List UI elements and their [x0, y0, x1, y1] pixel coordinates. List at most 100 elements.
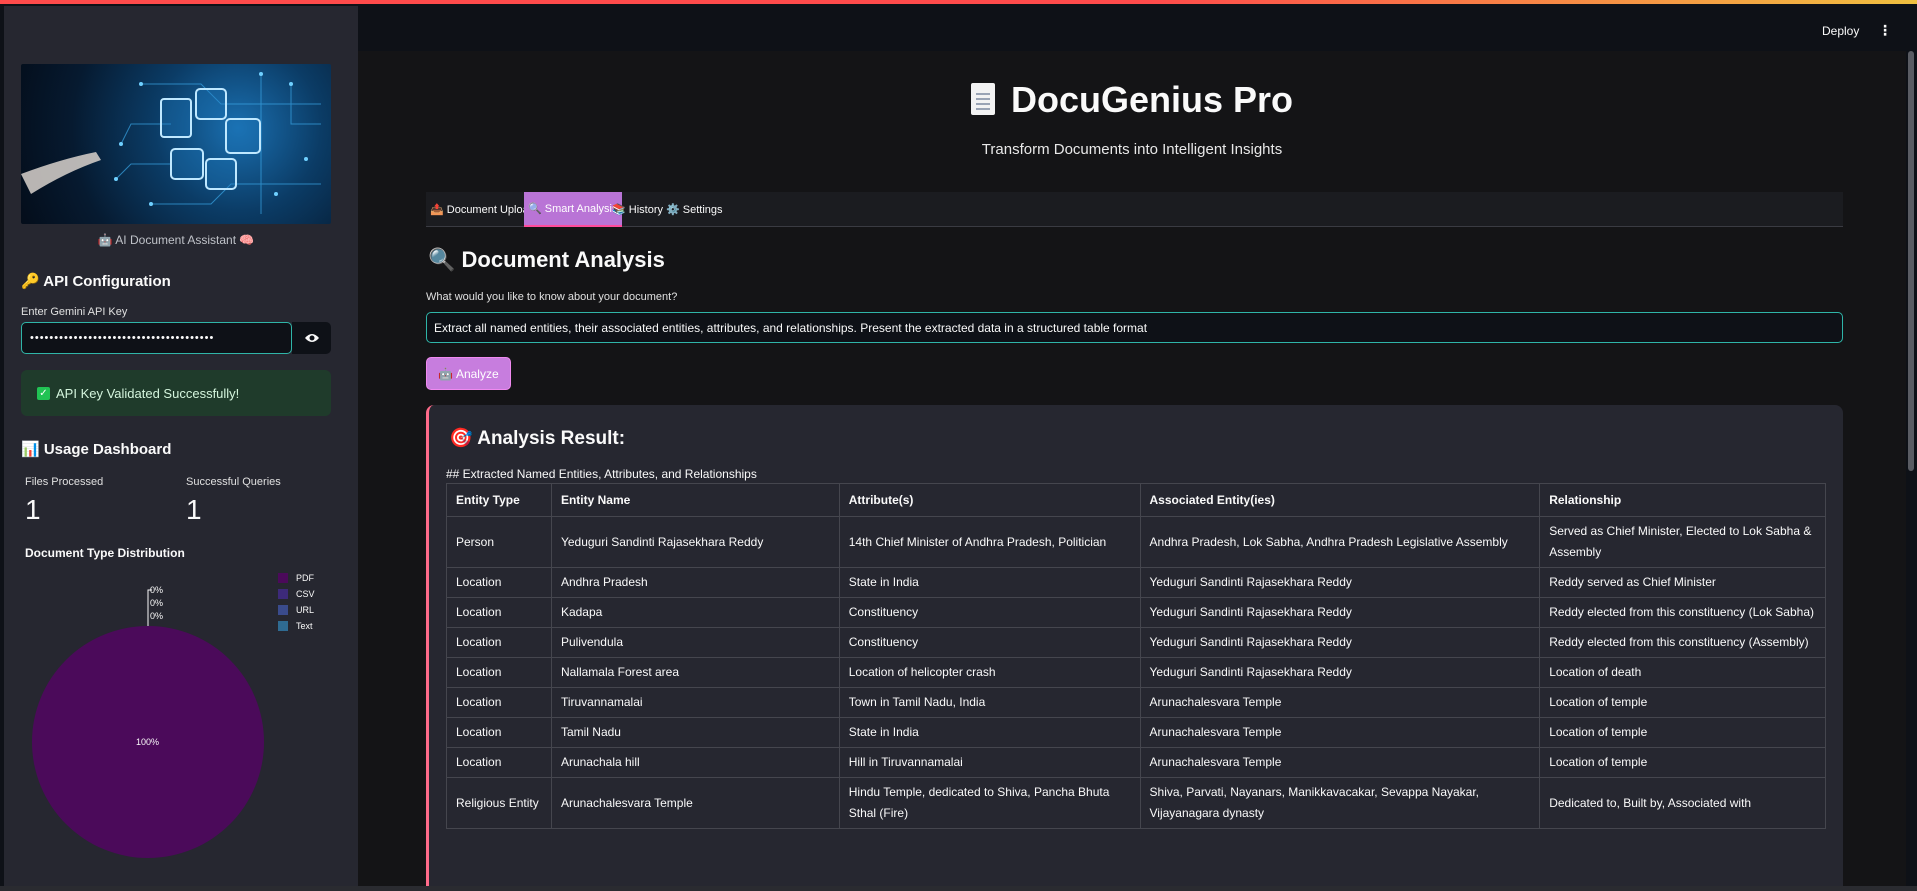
- table-cell: Hill in Tiruvannamalai: [838, 747, 1141, 778]
- table-cell: Pulivendula: [550, 627, 840, 658]
- table-cell: 14th Chief Minister of Andhra Pradesh, P…: [838, 516, 1141, 568]
- table-cell: Reddy elected from this constituency (As…: [1539, 627, 1826, 658]
- table-row: Person Yeduguri Sandinti Rajasekhara Redd…: [446, 516, 1826, 568]
- tab-history[interactable]: 📚 History: [608, 192, 667, 227]
- api-key-label: Enter Gemini API Key: [21, 306, 128, 318]
- api-config-heading: 🔑 API Configuration: [21, 273, 171, 290]
- table-row: Location Kadapa Constituency Yeduguri Sandi…: [446, 597, 1826, 628]
- table-cell: Yeduguri Sandinti Rajasekhara Reddy: [1139, 657, 1541, 688]
- table-cell: Arunachalesvara Temple: [1139, 717, 1541, 748]
- table-cell: Location: [446, 747, 552, 778]
- table-cell: State in India: [838, 567, 1141, 598]
- tab-bar: 📤 Document Upload 🔍 Smart Analysis 📚 His…: [426, 192, 1843, 227]
- table-cell: Yeduguri Sandinti Rajasekhara Reddy: [550, 516, 840, 568]
- scrollbar[interactable]: [1908, 51, 1914, 471]
- legend-label: CSV: [296, 589, 315, 599]
- deploy-button[interactable]: Deploy: [1822, 24, 1859, 38]
- api-success-text: API Key Validated Successfully!: [56, 385, 240, 401]
- analysis-result-card: 🎯 Analysis Result: ## Extracted Named En…: [426, 405, 1843, 886]
- section-heading: 🔍 Document Analysis: [428, 247, 665, 272]
- table-cell: Location: [446, 687, 552, 718]
- table-cell: Location of temple: [1539, 747, 1826, 778]
- table-cell: Yeduguri Sandinti Rajasekhara Reddy: [1139, 567, 1541, 598]
- query-input[interactable]: [426, 312, 1843, 343]
- table-cell: Location of death: [1539, 657, 1826, 688]
- table-cell: Location of temple: [1539, 717, 1826, 748]
- table-row: Location Tiruvannamalai Town in Tamil Nadu…: [446, 687, 1826, 718]
- table-cell: Kadapa: [550, 597, 840, 628]
- table-cell: Arunachalesvara Temple: [550, 777, 840, 829]
- table-cell: Location: [446, 567, 552, 598]
- chart-title: Document Type Distribution: [25, 546, 185, 560]
- table-cell: Location: [446, 597, 552, 628]
- document-icon: [970, 83, 995, 115]
- table-cell: Constituency: [838, 627, 1141, 658]
- table-cell: Location of helicopter crash: [838, 657, 1141, 688]
- table-cell: Shiva, Parvati, Nayanars, Manikkavacakar…: [1139, 777, 1541, 829]
- pie-label-pdf: 100%: [136, 737, 159, 747]
- show-password-icon[interactable]: [292, 322, 331, 354]
- tab-settings[interactable]: ⚙️ Settings: [662, 192, 727, 227]
- table-cell: Location: [446, 627, 552, 658]
- api-success-alert: ✓ API Key Validated Successfully!: [21, 370, 331, 416]
- table-cell: Dedicated to, Built by, Associated with: [1539, 777, 1826, 829]
- entities-table: Entity Type Entity Name Attribute(s) Ass…: [446, 483, 1826, 829]
- top-accent-line: [0, 0, 1917, 4]
- app-header: [358, 6, 1917, 51]
- column-header: Relationship: [1539, 483, 1826, 517]
- tab-document-upload[interactable]: 📤 Document Upload: [426, 192, 539, 227]
- page-title-text: DocuGenius Pro: [1010, 79, 1294, 120]
- metric-queries-label: Successful Queries: [186, 476, 281, 488]
- legend-item[interactable]: PDF: [278, 570, 315, 586]
- legend-swatch: [278, 573, 288, 583]
- table-header-row: Entity Type Entity Name Attribute(s) Ass…: [446, 483, 1826, 517]
- table-cell: Andhra Pradesh, Lok Sabha, Andhra Prades…: [1139, 516, 1541, 568]
- pie-label-text: 0%: [150, 611, 163, 621]
- page-subtitle: Transform Documents into Intelligent Ins…: [981, 141, 1283, 158]
- legend-item[interactable]: Text: [278, 618, 315, 634]
- legend-swatch: [278, 621, 288, 631]
- table-cell: Arunachala hill: [550, 747, 840, 778]
- table-cell: Location of temple: [1539, 687, 1826, 718]
- table-cell: Arunachalesvara Temple: [1139, 747, 1541, 778]
- table-cell: Andhra Pradesh: [550, 567, 840, 598]
- result-subheading: ## Extracted Named Entities, Attributes,…: [446, 467, 757, 481]
- tab-smart-analysis[interactable]: 🔍 Smart Analysis: [524, 192, 622, 227]
- legend-swatch: [278, 589, 288, 599]
- table-cell: Tamil Nadu: [550, 717, 840, 748]
- legend-item[interactable]: URL: [278, 602, 315, 618]
- table-cell: State in India: [838, 717, 1141, 748]
- column-header: Attribute(s): [838, 483, 1141, 517]
- table-row: Location Nallamala Forest area Location of…: [446, 657, 1826, 688]
- column-header: Entity Type: [446, 483, 552, 517]
- metric-files-label: Files Processed: [25, 476, 104, 488]
- table-cell: Constituency: [838, 597, 1141, 628]
- analyze-button[interactable]: 🤖 Analyze: [426, 357, 511, 390]
- api-key-input[interactable]: [21, 322, 292, 354]
- hero-image: [21, 64, 331, 224]
- window-bottom-edge: [0, 886, 1917, 891]
- main-content: DocuGenius Pro Transform Documents into …: [358, 51, 1906, 886]
- table-cell: Location: [446, 717, 552, 748]
- more-vertical-icon[interactable]: ⋮: [1878, 22, 1892, 39]
- table-cell: Town in Tamil Nadu, India: [838, 687, 1141, 718]
- table-cell: Reddy served as Chief Minister: [1539, 567, 1826, 598]
- page-title: DocuGenius Pro: [358, 79, 1906, 121]
- metric-files-value: 1: [25, 494, 41, 525]
- table-cell: Hindu Temple, dedicated to Shiva, Pancha…: [838, 777, 1141, 829]
- table-cell: Tiruvannamalai: [550, 687, 840, 718]
- check-icon: ✓: [37, 386, 50, 400]
- table-cell: Person: [446, 516, 552, 568]
- table-cell: Served as Chief Minister, Elected to Lok…: [1539, 516, 1826, 568]
- sidebar-caption: 🤖 AI Document Assistant 🧠: [97, 233, 255, 247]
- legend-label: PDF: [296, 573, 314, 583]
- question-label: What would you like to know about your d…: [426, 291, 678, 303]
- table-cell: Nallamala Forest area: [550, 657, 840, 688]
- result-heading: 🎯 Analysis Result:: [449, 428, 626, 449]
- table-row: Religious Entity Arunachalesvara Temple Hi…: [446, 777, 1826, 829]
- legend-item[interactable]: CSV: [278, 586, 315, 602]
- chart-legend: PDF CSV URL Text: [278, 570, 315, 634]
- column-header: Associated Entity(ies): [1139, 483, 1541, 517]
- table-cell: Arunachalesvara Temple: [1139, 687, 1541, 718]
- pie-label-csv: 0%: [150, 585, 163, 595]
